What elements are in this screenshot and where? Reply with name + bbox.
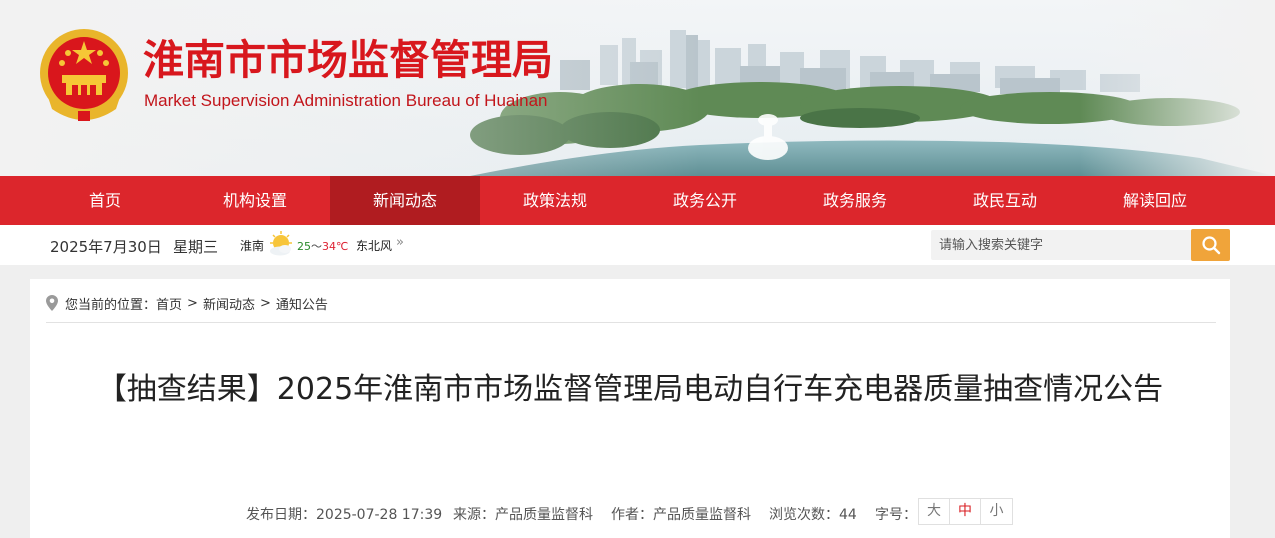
search-button[interactable] [1191, 229, 1230, 261]
breadcrumb-divider [46, 322, 1216, 323]
search-icon [1201, 236, 1220, 255]
breadcrumb-prefix: 您当前的位置： [65, 297, 157, 313]
weather-more-link[interactable]: » [396, 235, 404, 250]
font-size-large-button[interactable]: 大 [919, 499, 950, 524]
breadcrumb: 您当前的位置： 首页 > 新闻动态 > 通知公告 [46, 293, 328, 313]
publish-date: 发布日期：2025-07-28 17:39 [246, 507, 443, 523]
breadcrumb-news[interactable]: 新闻动态 [203, 294, 255, 313]
info-bar: 2025年7月30日 星期三 淮南 25～34℃ 东北风 » [0, 225, 1275, 265]
nav-item-organization[interactable]: 机构设置 [180, 176, 330, 225]
current-date: 2025年7月30日 [50, 238, 162, 256]
article-title: 【抽查结果】2025年淮南市市场监督管理局电动自行车充电器质量抽查情况公告 [96, 372, 1164, 407]
breadcrumb-home[interactable]: 首页 [156, 294, 182, 313]
breadcrumb-separator: > [259, 295, 271, 311]
main-nav: 首页 机构设置 新闻动态 政策法规 政务公开 政务服务 政民互动 解读回应 [0, 176, 1275, 225]
search-input[interactable] [931, 230, 1193, 260]
nav-item-government-affairs[interactable]: 政务公开 [630, 176, 780, 225]
site-title: 淮南市市场监督管理局 [143, 36, 553, 84]
weather-city: 淮南 [240, 239, 265, 253]
nav-item-home[interactable]: 首页 [30, 176, 180, 225]
article-source: 来源：产品质量监督科 [453, 507, 593, 523]
nav-item-services[interactable]: 政务服务 [780, 176, 930, 225]
view-count: 浏览次数：44 [769, 507, 857, 523]
national-emblem-icon [40, 29, 128, 121]
nav-item-interaction[interactable]: 政民互动 [930, 176, 1080, 225]
article-meta: 发布日期：2025-07-28 17:39 来源：产品质量监督科 作者：产品质量… [30, 498, 1230, 526]
nav-item-interpretation[interactable]: 解读回应 [1080, 176, 1230, 225]
city-scenery-image [0, 0, 1275, 176]
weather-temperature: 25～34℃ [297, 240, 349, 253]
nav-item-news[interactable]: 新闻动态 [330, 176, 480, 225]
article-card: 您当前的位置： 首页 > 新闻动态 > 通知公告 【抽查结果】2025年淮南市市… [30, 279, 1230, 538]
nav-item-policies[interactable]: 政策法规 [480, 176, 630, 225]
font-size-label: 字号： [875, 507, 917, 523]
location-pin-icon [46, 295, 58, 311]
breadcrumb-separator: > [187, 295, 198, 311]
font-size-medium-button[interactable]: 中 [950, 499, 981, 524]
breadcrumb-notices[interactable]: 通知公告 [276, 294, 328, 313]
article-author: 作者：产品质量监督科 [611, 507, 751, 523]
header-banner: 淮南市市场监督管理局 Market Supervision Administra… [0, 0, 1275, 176]
font-size-switcher: 大 中 小 [918, 498, 1013, 525]
current-weekday: 星期三 [173, 238, 219, 256]
weather-wind: 东北风 [356, 239, 393, 253]
font-size-small-button[interactable]: 小 [981, 499, 1012, 524]
sun-cloud-icon [270, 231, 292, 256]
site-subtitle: Market Supervision Administration Bureau… [144, 91, 548, 110]
